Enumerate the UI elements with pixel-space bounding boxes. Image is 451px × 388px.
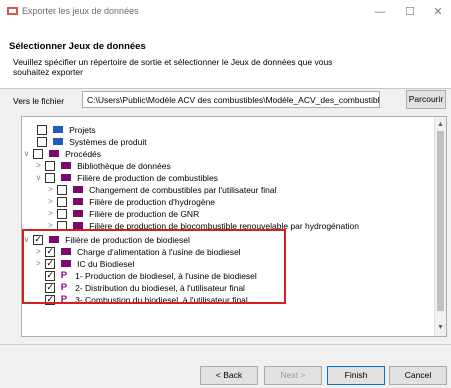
page-title: Sélectionner Jeux de données: [9, 41, 146, 52]
chevron-right-icon[interactable]: >: [46, 184, 55, 196]
page-description: Veuillez spécifier un répertoire de sort…: [13, 57, 333, 77]
folder-icon: [60, 174, 71, 182]
tree-checkbox[interactable]: [57, 196, 68, 207]
minimize-icon[interactable]: —: [366, 2, 394, 22]
wizard-header: Sélectionner Jeux de données Veuillez sp…: [0, 24, 451, 89]
footer-divider: [0, 344, 451, 345]
finish-button[interactable]: Finish: [327, 366, 385, 385]
back-button[interactable]: < Back: [200, 366, 258, 385]
close-icon[interactable]: ✕: [424, 2, 451, 22]
tree-item-hydrogene[interactable]: > Filière de production d'hydrogène: [46, 195, 215, 207]
selection-highlight-box: [22, 229, 286, 304]
tree-checkbox[interactable]: [57, 184, 68, 195]
folder-icon: [52, 138, 63, 146]
tree-item-label: Filière de production d'hydrogène: [89, 196, 216, 207]
tree-checkbox[interactable]: [37, 136, 48, 147]
folder-icon: [72, 198, 83, 206]
cancel-button[interactable]: Cancel: [389, 366, 447, 385]
tree-item-label: Bibliothèque de données: [77, 160, 171, 171]
tree-checkbox[interactable]: [57, 208, 68, 219]
folder-icon: [60, 162, 71, 170]
window-title: Exporter les jeux de données: [22, 6, 139, 16]
tree-item-label: Projets: [69, 124, 96, 135]
tree-item-label: Changement de combustibles par l'utilisa…: [89, 184, 277, 195]
tree-item-filiere-combustibles[interactable]: v Filière de production de combustibles: [34, 171, 218, 183]
tree-item-projets[interactable]: Projets: [26, 123, 96, 135]
tree-checkbox[interactable]: [45, 172, 56, 183]
folder-icon: [48, 150, 59, 158]
folder-icon: [72, 210, 83, 218]
tree-item-label: Systèmes de produit: [69, 136, 147, 147]
chevron-right-icon[interactable]: >: [34, 160, 43, 172]
folder-icon: [52, 126, 63, 134]
file-path-input[interactable]: C:\Users\Public\Modèle ACV des combustib…: [82, 91, 380, 108]
scroll-thumb[interactable]: [437, 131, 444, 311]
tree-item-label: Filière de production de combustibles: [77, 172, 218, 183]
chevron-down-icon[interactable]: v: [34, 172, 43, 184]
folder-icon: [72, 186, 83, 194]
scroll-up-icon[interactable]: ▲: [435, 119, 446, 131]
export-app-icon: [7, 7, 18, 15]
chevron-down-icon[interactable]: v: [22, 148, 31, 160]
tree-scrollbar[interactable]: ▲ ▼: [434, 117, 446, 336]
file-label: Vers le fichier: [13, 96, 65, 106]
scroll-down-icon[interactable]: ▼: [435, 322, 446, 334]
browse-button[interactable]: Parcourir: [406, 90, 446, 109]
chevron-right-icon[interactable]: >: [46, 208, 55, 220]
tree-checkbox[interactable]: [45, 160, 56, 171]
title-bar: Exporter les jeux de données — ☐ ✕: [0, 0, 451, 25]
tree-item-label: Procédés: [65, 148, 102, 159]
next-button[interactable]: Next >: [264, 366, 322, 385]
tree-item-bibliotheque[interactable]: > Bibliothèque de données: [34, 159, 171, 171]
chevron-right-icon[interactable]: >: [46, 196, 55, 208]
maximize-icon[interactable]: ☐: [396, 2, 424, 22]
tree-item-gnr[interactable]: > Filière de production de GNR: [46, 207, 199, 219]
tree-item-changement[interactable]: > Changement de combustibles par l'utili…: [46, 183, 276, 195]
tree-item-procedes[interactable]: v Procédés: [22, 147, 101, 159]
tree-checkbox[interactable]: [37, 124, 48, 135]
tree-item-systemes[interactable]: Systèmes de produit: [26, 135, 147, 147]
tree-item-label: Filière de production de GNR: [89, 208, 200, 219]
tree-checkbox[interactable]: [33, 148, 44, 159]
